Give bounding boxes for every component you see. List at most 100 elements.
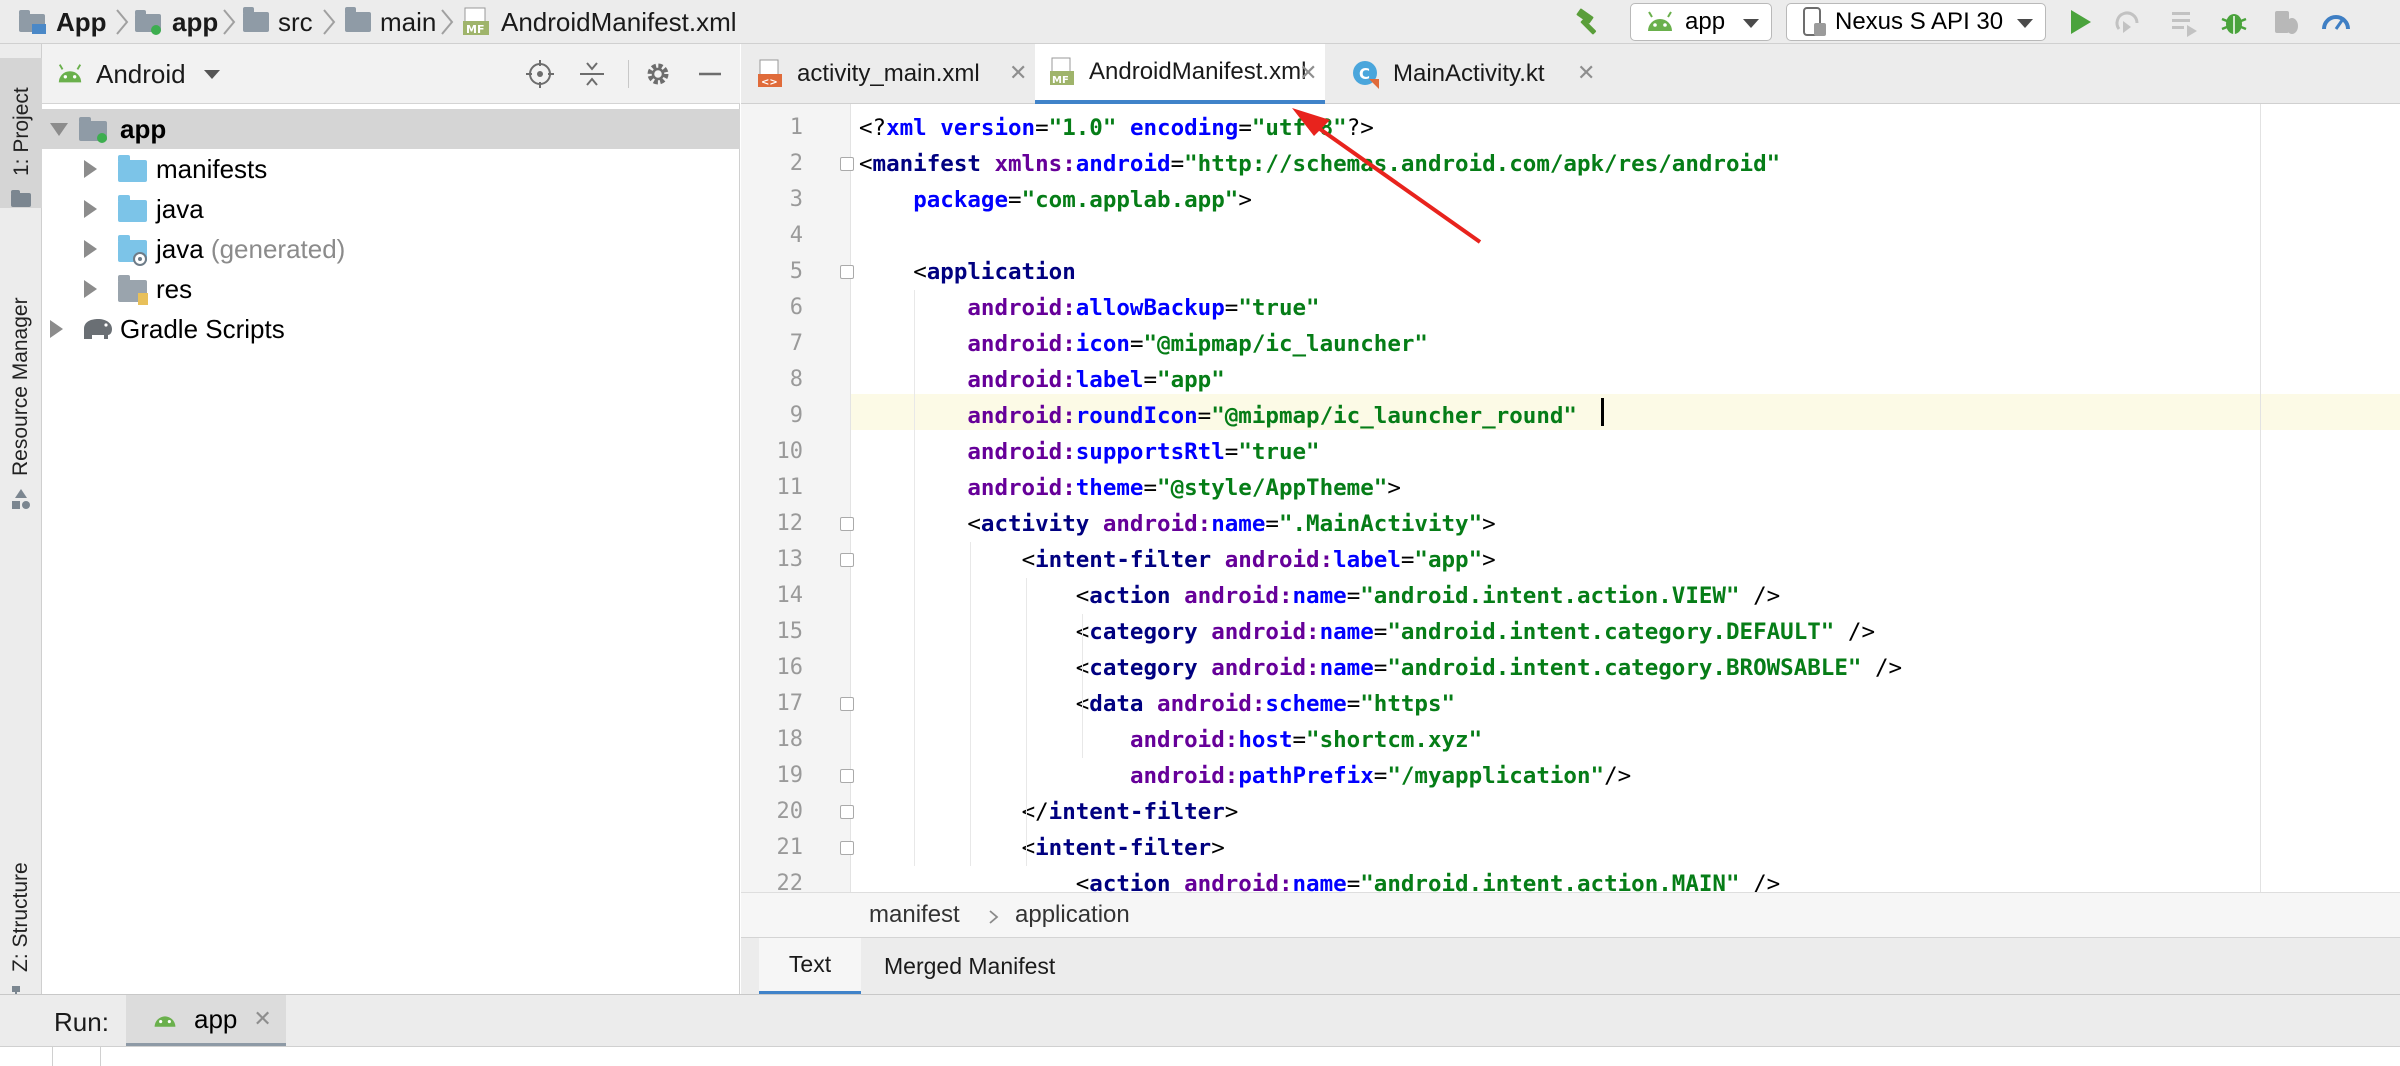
fold-toggle-icon[interactable] [840, 841, 854, 855]
code-line[interactable]: </intent-filter> [859, 794, 1239, 830]
line-number: 8 [789, 367, 803, 392]
breadcrumb-file[interactable]: MF AndroidManifest.xml [462, 0, 737, 44]
code-line[interactable]: package="com.applab.app"> [859, 182, 1252, 218]
project-view-select[interactable]: Android [56, 56, 220, 92]
debug-button[interactable] [2218, 6, 2250, 38]
device-select[interactable]: Nexus S API 30 [1786, 3, 2046, 41]
indent-guide [914, 290, 915, 866]
run-button[interactable] [2064, 6, 2096, 38]
run-configuration-select[interactable]: app [1630, 3, 1772, 41]
run-tab-label: app [194, 1003, 238, 1034]
resource-manager-tab-label: Resource Manager [9, 297, 32, 476]
tab-text[interactable]: Text [759, 938, 861, 995]
apply-changes-button[interactable] [2112, 6, 2144, 38]
divider [52, 1047, 53, 1066]
close-icon[interactable]: ✕ [1009, 60, 1027, 86]
tree-item-res[interactable]: res [42, 269, 740, 309]
editor-breadcrumb-manifest[interactable]: manifest [869, 901, 960, 929]
apply-code-changes-button[interactable] [2168, 6, 2200, 38]
fold-toggle-icon[interactable] [840, 157, 854, 171]
run-configuration-label: app [1685, 8, 1726, 35]
expand-arrow-icon[interactable] [50, 123, 68, 136]
code-line[interactable]: <?xml version="1.0" encoding="utf-8"?> [859, 110, 1374, 146]
code-line[interactable]: <data android:scheme="https" [859, 686, 1455, 722]
resource-manager-tool-tab[interactable]: Resource Manager [0, 244, 42, 514]
project-view-label: Android [96, 58, 186, 89]
code-line[interactable]: android:allowBackup="true" [859, 290, 1319, 326]
code-line[interactable]: <action android:name="android.intent.act… [859, 578, 1780, 614]
code-line[interactable]: android:theme="@style/AppTheme"> [859, 470, 1401, 506]
close-icon[interactable]: ✕ [1299, 60, 1317, 86]
svg-text:MF: MF [1052, 75, 1069, 86]
fold-toggle-icon[interactable] [840, 265, 854, 279]
tree-item-java-generated[interactable]: java (generated) [42, 229, 740, 269]
code-line[interactable]: <intent-filter android:label="app"> [859, 542, 1496, 578]
fold-toggle-icon[interactable] [840, 697, 854, 711]
code-line[interactable]: android:supportsRtl="true" [859, 434, 1319, 470]
close-icon[interactable]: ✕ [1577, 60, 1595, 86]
line-number: 10 [776, 439, 804, 464]
fold-toggle-icon[interactable] [840, 769, 854, 783]
project-panel-header: Android [42, 44, 740, 104]
breadcrumb-separator-icon [441, 9, 454, 35]
expand-arrow-icon[interactable] [84, 200, 97, 218]
project-tool-tab[interactable]: 1: Project [0, 58, 42, 208]
code-line[interactable]: <activity android:name=".MainActivity"> [859, 506, 1495, 542]
hide-panel-button[interactable] [694, 58, 726, 90]
tree-item-java[interactable]: java [42, 189, 740, 229]
tab-merged-manifest[interactable]: Merged Manifest [884, 938, 1055, 995]
run-tab-app[interactable]: app ✕ [126, 995, 286, 1047]
tool-window-strip: 1: Project Resource Manager Z: Structure [0, 44, 42, 1004]
breadcrumb-src[interactable]: src [243, 0, 313, 44]
expand-arrow-icon[interactable] [84, 240, 97, 258]
fold-toggle-icon[interactable] [840, 553, 854, 567]
expand-arrow-icon[interactable] [84, 280, 97, 298]
code-editor[interactable]: <?xml version="1.0" encoding="utf-8"?> <m… [741, 104, 2400, 892]
profile-button[interactable] [2320, 6, 2352, 38]
chevron-down-icon [1743, 19, 1759, 28]
tree-item-gradle-scripts[interactable]: Gradle Scripts [42, 309, 740, 349]
close-icon[interactable]: ✕ [253, 1006, 271, 1032]
code-line[interactable]: <category android:name="android.intent.c… [859, 614, 1875, 650]
code-line[interactable]: android:roundIcon="@mipmap/ic_launcher_r… [859, 398, 1577, 434]
breadcrumb-module[interactable]: app [134, 0, 218, 44]
divider [100, 1047, 101, 1066]
layout-xml-file-icon: <> [758, 59, 782, 88]
tab-label: AndroidManifest.xml [1089, 58, 1307, 85]
locate-file-button[interactable] [524, 58, 556, 90]
module-folder-icon [135, 10, 161, 35]
manifest-file-icon: MF [463, 7, 489, 36]
tree-item-app[interactable]: app [42, 109, 740, 149]
tab-mainactivity-kt[interactable]: C MainActivity.kt ✕ [1351, 44, 1595, 104]
code-line[interactable]: <manifest xmlns:android="http://schemas.… [859, 146, 1780, 182]
line-number: 18 [776, 727, 804, 752]
expand-arrow-icon[interactable] [84, 160, 97, 178]
panel-settings-button[interactable] [642, 58, 674, 90]
svg-text:C: C [1359, 65, 1370, 83]
fold-toggle-icon[interactable] [840, 805, 854, 819]
tab-androidmanifest-xml[interactable]: MF AndroidManifest.xml ✕ [1035, 44, 1325, 104]
fold-toggle-icon[interactable] [840, 517, 854, 531]
breadcrumb-main[interactable]: main [345, 0, 436, 44]
resource-manager-icon [12, 489, 30, 509]
code-line[interactable]: <action android:name="android.intent.act… [859, 866, 1780, 892]
build-hammer-button[interactable] [1572, 6, 1604, 38]
code-line[interactable]: <category android:name="android.intent.c… [859, 650, 1902, 686]
play-icon [2071, 10, 2091, 34]
editor-breadcrumb-application[interactable]: application [1015, 901, 1130, 929]
code-line[interactable]: android:icon="@mipmap/ic_launcher" [859, 326, 1428, 362]
code-line[interactable]: android:pathPrefix="/myapplication"/> [859, 758, 1631, 794]
breadcrumb-project[interactable]: App [18, 0, 107, 44]
code-line[interactable]: <application [859, 254, 1076, 290]
run-panel-label: Run: [54, 1007, 109, 1037]
collapse-all-button[interactable] [576, 58, 608, 90]
tree-item-manifests[interactable]: manifests [42, 149, 740, 189]
line-number: 7 [789, 331, 803, 356]
device-label: Nexus S API 30 [1835, 8, 2004, 35]
gear-icon [647, 63, 669, 85]
structure-tool-tab[interactable]: Z: Structure [0, 854, 42, 1004]
tab-activity-main-xml[interactable]: <> activity_main.xml ✕ [757, 44, 1027, 104]
code-line[interactable]: android:host="shortcm.xyz" [859, 722, 1482, 758]
expand-arrow-icon[interactable] [50, 320, 63, 338]
attach-debugger-button[interactable] [2270, 6, 2302, 38]
